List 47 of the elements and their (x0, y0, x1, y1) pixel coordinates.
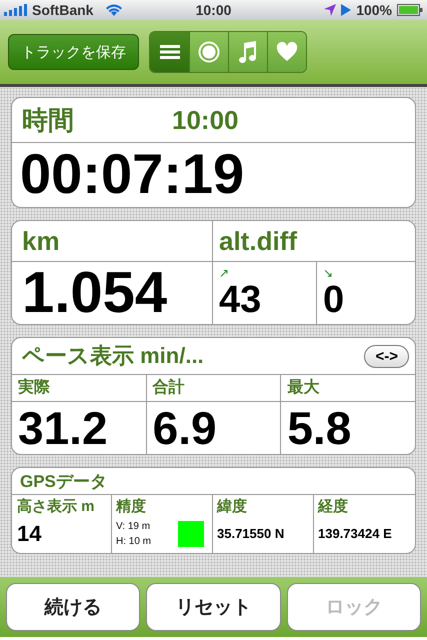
battery-percent: 100% (356, 2, 392, 18)
pace-value: 31.2 (18, 402, 108, 454)
record-icon (198, 41, 220, 63)
distance-label: km (22, 226, 60, 256)
pace-toggle-button[interactable]: <-> (364, 344, 409, 368)
gps-label: GPSデータ (20, 470, 107, 492)
altitude-diff-label: alt.diff (219, 226, 297, 256)
accuracy-label: 精度 (116, 498, 146, 515)
music-note-icon (238, 40, 258, 64)
location-arrow-icon (324, 4, 336, 16)
signal-icon (4, 4, 28, 16)
longitude-label: 経度 (318, 498, 348, 515)
distance-value: 1.054 (22, 260, 168, 324)
longitude-value: 139.73424 E (318, 526, 392, 541)
menu-icon (160, 44, 180, 60)
latitude-label: 緯度 (217, 498, 247, 515)
elapsed-time: 00:07:19 (20, 142, 244, 205)
heart-icon (276, 42, 298, 62)
current-time: 10:00 (172, 104, 238, 136)
clock-time: 10:00 (196, 2, 232, 18)
pace-value: 5.8 (287, 402, 352, 454)
ascent-value: 43 (219, 279, 262, 321)
play-icon (341, 4, 352, 16)
altitude-label: 高さ表示 m (17, 498, 95, 515)
segment-tab[interactable] (189, 32, 228, 72)
descent-value: 0 (323, 279, 344, 321)
descent-arrow: ↘ (323, 266, 334, 280)
altitude-value: 14 (17, 521, 42, 546)
battery-icon (397, 4, 423, 16)
wifi-icon (105, 4, 124, 16)
latitude-value: 35.71550 N (217, 526, 284, 541)
time-label: 時間 (22, 104, 74, 136)
pace-column-label: 合計 (152, 379, 185, 396)
vertical-accuracy: V: 19 m (116, 521, 150, 532)
horizontal-accuracy: H: 10 m (116, 536, 152, 547)
pace-label: ペース表示 min/... (22, 342, 204, 370)
segment-tab[interactable] (150, 32, 189, 72)
segment-tab[interactable] (228, 32, 267, 72)
carrier-name: SoftBank (32, 2, 94, 18)
segment-tab[interactable] (267, 32, 306, 72)
pace-column-label: 最大 (287, 379, 320, 396)
save-track-button[interactable]: トラックを保存 (8, 34, 139, 70)
action-button[interactable]: 続ける (6, 583, 140, 631)
pace-value: 6.9 (152, 402, 217, 454)
action-button[interactable]: リセット (146, 583, 281, 631)
ascent-arrow: ↗ (219, 266, 230, 280)
pace-column-label: 実際 (18, 379, 50, 396)
